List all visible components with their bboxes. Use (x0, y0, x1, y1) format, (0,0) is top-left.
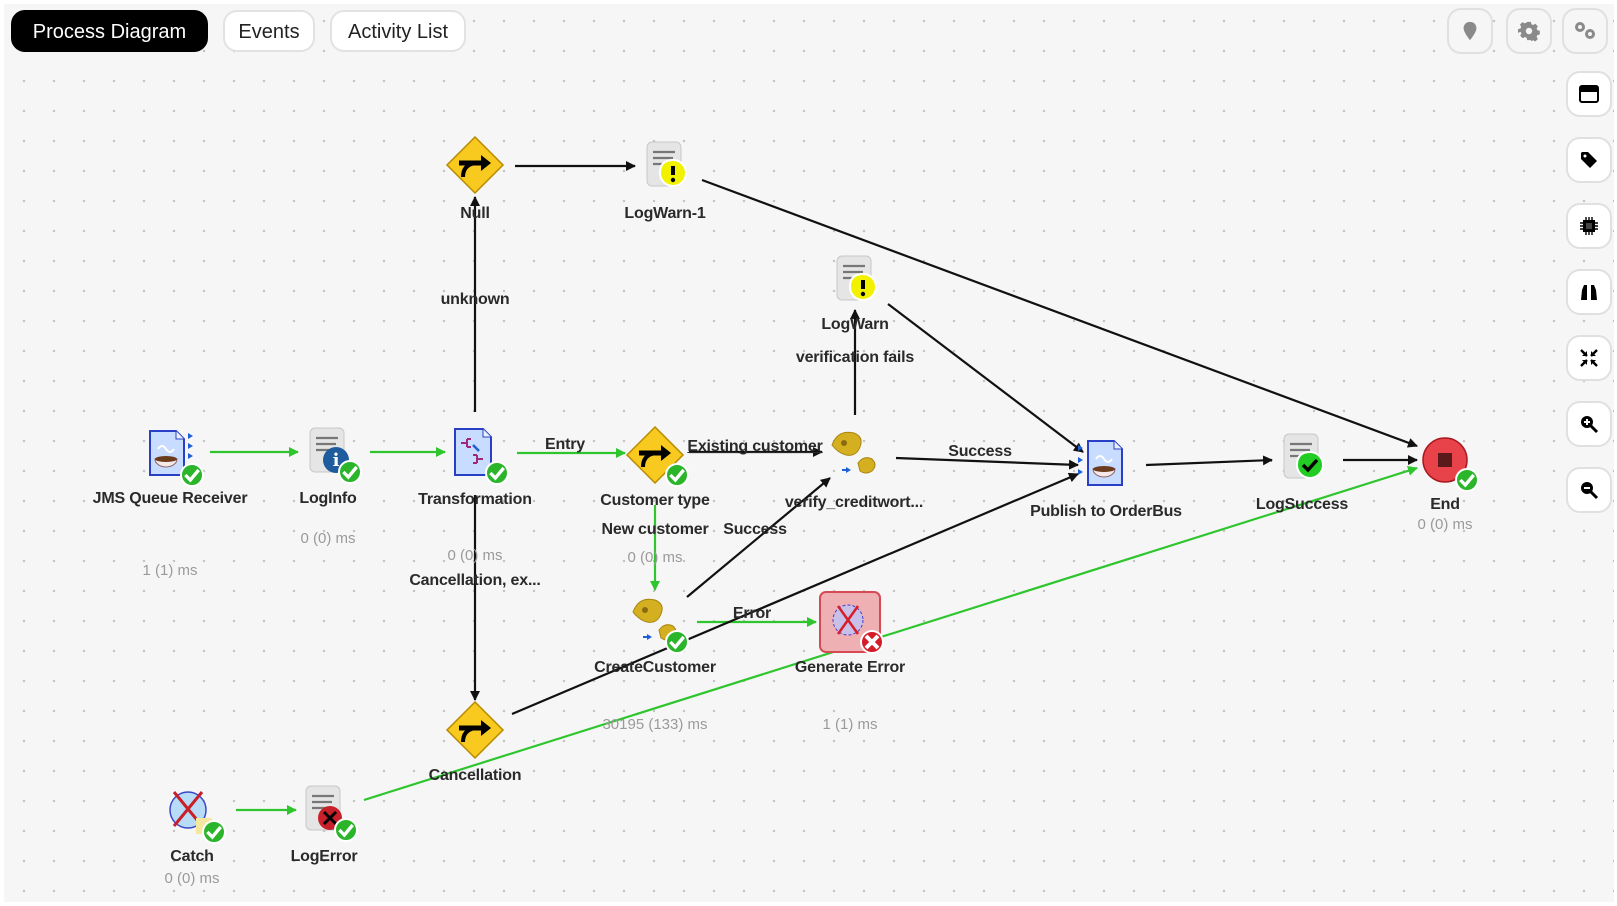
status-error-icon (860, 630, 884, 654)
edge-label-error: Error (732, 605, 772, 622)
tab-events[interactable]: Events (223, 10, 315, 52)
status-ok-icon (180, 463, 204, 487)
node-end[interactable] (1413, 428, 1479, 492)
router-icon (445, 700, 505, 760)
node-label-logerror: LogError (290, 848, 358, 865)
status-ok-icon (665, 463, 689, 487)
node-label-logsuccess: LogSuccess (1255, 496, 1349, 513)
node-loginfo[interactable]: i (296, 420, 362, 484)
gear-icon (1518, 21, 1540, 42)
edge-label-new-customer: New customer (601, 521, 709, 538)
status-ok-icon (485, 461, 509, 485)
node-verify[interactable] (822, 423, 886, 487)
tag-button[interactable] (1566, 137, 1612, 183)
collapse-button[interactable] (1566, 335, 1612, 381)
edge-label-unknown: unknown (440, 291, 510, 308)
settings-button[interactable] (1506, 8, 1552, 54)
node-label-createcustomer: CreateCustomer (594, 659, 716, 676)
edge-label-entry: Entry (545, 436, 585, 453)
subprocess-icon (831, 431, 876, 474)
location-button[interactable] (1447, 8, 1493, 54)
binoculars-icon (1581, 285, 1597, 300)
node-logwarn[interactable] (823, 248, 887, 312)
log-success-icon (1283, 433, 1324, 479)
node-catch[interactable] (160, 780, 226, 844)
edge-label-verification-fails: verification fails (795, 349, 915, 366)
status-ok-icon (1455, 468, 1479, 492)
zoom-in-button[interactable] (1566, 401, 1612, 447)
edge-label-success-create: Success (723, 521, 787, 538)
log-warn-icon (836, 255, 877, 301)
status-ok-icon (665, 630, 689, 654)
node-timing-end: 0 (0) ms (1417, 516, 1473, 533)
node-label-logwarn: LogWarn (821, 316, 889, 333)
node-label-logwarn1: LogWarn-1 (624, 205, 706, 222)
node-logwarn1[interactable] (633, 134, 697, 198)
advanced-settings-button[interactable] (1562, 8, 1608, 54)
node-label-transformation: Transformation (418, 491, 532, 508)
node-publish[interactable] (1074, 433, 1138, 497)
router-icon (445, 135, 505, 195)
zoom-out-button[interactable] (1566, 467, 1612, 513)
node-label-end: End (1430, 496, 1460, 513)
node-cancellation[interactable] (443, 698, 507, 762)
status-ok-icon (202, 820, 226, 844)
node-logerror[interactable] (292, 778, 358, 842)
edge-label-existing-customer: Existing customer (687, 438, 823, 455)
node-generateerror[interactable] (818, 590, 884, 654)
node-timing-generateerror: 1 (1) ms (822, 716, 878, 733)
node-transformation[interactable] (443, 421, 509, 485)
log-warn-icon (646, 141, 687, 187)
window-button[interactable] (1566, 71, 1612, 117)
zoom-out-icon (1581, 482, 1599, 500)
edge-label-success-verify: Success (948, 443, 1012, 460)
node-null[interactable] (443, 133, 507, 197)
node-timing-jms: 1 (1) ms (142, 562, 198, 579)
collapse-icon (1580, 349, 1598, 367)
edge-label-cancellation: Cancellation, ex... (409, 572, 541, 589)
node-logsuccess[interactable] (1270, 426, 1334, 490)
node-timing-customertype: 0 (0) ms (627, 549, 683, 566)
tab-process-diagram[interactable]: Process Diagram (11, 10, 208, 52)
node-label-null: Null (460, 205, 490, 222)
chip-button[interactable] (1566, 203, 1612, 249)
status-ok-icon (338, 460, 362, 484)
node-label-cancellation: Cancellation (428, 767, 522, 784)
chip-icon (1580, 217, 1598, 235)
status-ok-icon (334, 818, 358, 842)
tag-icon (1581, 152, 1597, 168)
tab-activity-list[interactable]: Activity List (330, 10, 466, 52)
node-createcustomer[interactable] (623, 590, 689, 654)
map-pin-icon (1463, 21, 1477, 41)
node-label-publish: Publish to OrderBus (1030, 503, 1182, 520)
node-timing-loginfo: 0 (0) ms (300, 530, 356, 547)
gears-icon (1575, 22, 1595, 39)
node-label-jms: JMS Queue Receiver (92, 490, 248, 507)
jms-publisher-icon (1078, 440, 1123, 486)
node-label-loginfo: LogInfo (299, 490, 357, 507)
node-timing-transformation: 0 (0) ms (447, 547, 503, 564)
node-label-generateerror: Generate Error (794, 659, 906, 676)
node-label-verify: verify_creditwort... (784, 494, 924, 511)
node-timing-createcustomer: 30195 (133) ms (602, 716, 708, 733)
node-label-catch: Catch (170, 848, 214, 865)
find-button[interactable] (1566, 269, 1612, 315)
node-timing-catch: 0 (0) ms (164, 870, 220, 887)
node-label-customertype: Customer type (600, 492, 710, 509)
window-icon (1579, 85, 1599, 103)
node-jms[interactable] (138, 423, 204, 487)
zoom-in-icon (1581, 416, 1599, 434)
node-customertype[interactable] (623, 423, 689, 487)
